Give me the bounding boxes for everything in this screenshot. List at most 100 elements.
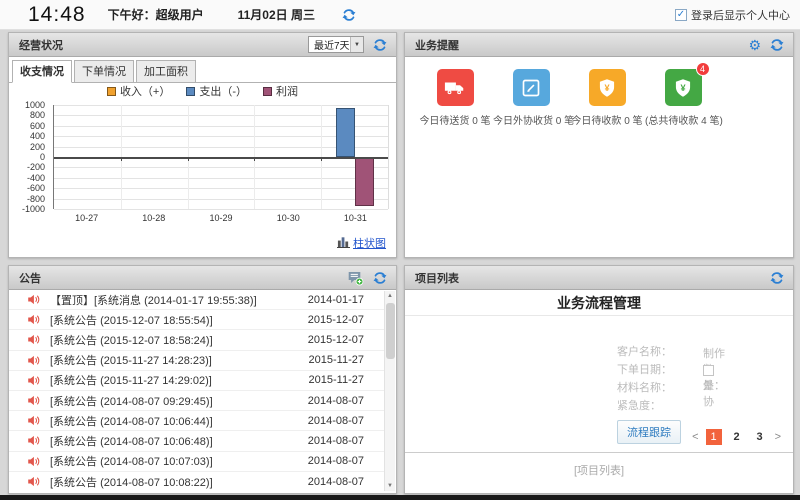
business-reminders-panel: 业务提醒 ⚙ 今日待送货 0 笔今日外协收货 0 笔¥今日待收款 0 笔 ¥4 (总… [404, 32, 794, 258]
chart-gridline [54, 167, 388, 168]
refresh-icon[interactable] [372, 270, 388, 286]
announcement-text: [系统公告 (2015-11-27 14:28:23)] [50, 352, 212, 368]
announcement-row[interactable]: [系统公告 (2014-08-07 09:29:45)]2014-08-07 [9, 391, 384, 411]
announcements-panel: 公告 【置顶】[系统消息 (2014-01-17 19:55:38)]2014-… [8, 265, 397, 494]
announcement-date: 2014-08-07 [308, 415, 378, 427]
announcement-row[interactable]: 【置顶】[系统消息 (2014-01-17 19:55:38)]2014-01-… [9, 290, 384, 310]
x-tick-label: 10-31 [322, 213, 389, 223]
announcement-row[interactable]: [系统公告 (2015-12-07 18:58:24)] 2015-12-07 [9, 330, 384, 350]
chart-zero-axis [54, 157, 388, 159]
speaker-icon [27, 333, 40, 346]
announcement-list: 【置顶】[系统消息 (2014-01-17 19:55:38)]2014-01-… [9, 290, 384, 492]
refresh-icon[interactable] [372, 37, 388, 53]
greeting-text: 下午好：超级用户 [108, 6, 204, 23]
user-name: 超级用户 [156, 8, 204, 22]
chart-type-link[interactable]: 柱状图 [337, 235, 386, 251]
y-tick-label: -600 [27, 183, 45, 193]
page-number-button[interactable]: 3 [752, 429, 768, 445]
announcement-date: 2014-08-07 [308, 476, 378, 488]
gear-icon[interactable]: ⚙ [748, 38, 761, 52]
y-tick-label: -1000 [22, 204, 45, 214]
next-page-button[interactable]: > [775, 431, 781, 443]
panel-header: 公告 [9, 266, 396, 290]
page-number-button[interactable]: 2 [729, 429, 745, 445]
announcement-text: [系统公告 (2015-12-07 18:58:24)] [50, 332, 213, 348]
announcement-text: [系统公告 (2014-08-07 10:08:22)] [50, 474, 213, 490]
date-range-select[interactable]: 最近7天 ▼ [308, 36, 364, 53]
business-status-panel: 经营状况 最近7天 ▼ 收支情况下单情况加工面积 收入（+） 支出（-） 利润 10… [8, 32, 397, 258]
speaker-icon [27, 434, 40, 447]
panel-title: 业务提醒 [415, 37, 459, 53]
urgency-label: 紧急度： [617, 397, 661, 413]
truck-icon [437, 69, 474, 106]
reminder-label: (总共待收款 4 笔) [645, 112, 721, 127]
scrollbar-thumb[interactable] [386, 303, 395, 359]
reminder-label: 今日待送货 0 笔 [417, 112, 493, 127]
topbar: 14:48 下午好：超级用户 11月02日 周三 ✓ 登录后显示个人中心 [0, 0, 800, 30]
panel-title: 公告 [19, 270, 41, 286]
checkbox-checked-icon[interactable]: ✓ [675, 9, 687, 21]
chart-legend: 收入（+） 支出（-） 利润 [9, 83, 396, 99]
announcement-date: 2014-08-07 [308, 435, 378, 447]
status-tab[interactable]: 下单情况 [74, 60, 134, 83]
personal-center-label: 登录后显示个人中心 [691, 7, 790, 23]
status-tab[interactable]: 加工面积 [136, 60, 196, 83]
announcement-date: 2015-12-07 [308, 334, 378, 346]
reminder-tile[interactable]: 今日待送货 0 笔 [417, 69, 493, 127]
legend-label: 利润 [276, 83, 298, 99]
announcement-row[interactable]: [系统公告 (2014-08-07 10:08:22)] 2014-08-07 [9, 472, 384, 492]
speaker-icon [27, 414, 40, 427]
scroll-down-icon[interactable]: ▼ [385, 481, 395, 491]
announcement-row[interactable]: [系统公告 (2015-11-27 14:28:23)]2015-11-27 [9, 351, 384, 371]
announcement-row[interactable]: [系统公告 (2014-08-07 10:06:48)]2014-08-07 [9, 431, 384, 451]
personal-center-toggle[interactable]: ✓ 登录后显示个人中心 [675, 7, 790, 23]
refresh-icon[interactable] [769, 270, 785, 286]
panel-header: 经营状况 最近7天 ▼ [9, 33, 396, 57]
add-message-icon[interactable] [347, 270, 364, 286]
announcement-text: [系统公告 (2014-08-07 10:06:44)] [50, 413, 213, 429]
refresh-icon[interactable] [341, 7, 357, 23]
legend-label: 收入（+） [120, 83, 170, 99]
y-tick-label: 800 [30, 110, 45, 120]
speaker-icon [27, 293, 40, 306]
pagination: <123 > [692, 429, 781, 445]
workflow-title: 业务流程管理 [405, 290, 793, 316]
edit-icon [513, 69, 550, 106]
bar-chart-icon [337, 235, 350, 251]
process-track-button[interactable]: 流程跟踪 [617, 420, 681, 444]
axis-tick [254, 157, 255, 161]
yuan-shield-icon: ¥4 [665, 69, 702, 106]
chevron-down-icon: ▼ [350, 37, 363, 52]
announcement-row[interactable]: [系统公告 (2015-12-07 18:55:54)]2015-12-07 [9, 310, 384, 330]
outsourcing-label: 外协 [703, 380, 714, 408]
reminder-tile[interactable]: ¥4 (总共待收款 4 笔) [645, 69, 721, 127]
axis-tick [121, 157, 122, 161]
announcement-text: 【置顶】[系统消息 (2014-01-17 19:55:38)] [50, 292, 257, 308]
page-number-button[interactable]: 1 [706, 429, 722, 445]
scroll-up-icon[interactable]: ▲ [385, 291, 395, 301]
announcement-text: [系统公告 (2015-12-07 18:55:54)] [50, 312, 213, 328]
project-list-footer: [项目列表] [405, 462, 793, 478]
refresh-icon[interactable] [769, 37, 785, 53]
project-list-panel: 项目列表 业务流程管理 客户名称： 下单日期： 制作数量： 材料名称： 外协 紧… [404, 265, 794, 494]
chart-type-label: 柱状图 [353, 235, 386, 251]
reminder-tile[interactable]: 今日外协收货 0 笔 [493, 69, 569, 127]
dashboard: 14:48 下午好：超级用户 11月02日 周三 ✓ 登录后显示个人中心 经营状… [0, 0, 800, 500]
reminder-tile[interactable]: ¥今日待收款 0 笔 [569, 69, 645, 127]
legend-label: 支出（-） [199, 83, 247, 99]
announcement-date: 2015-11-27 [309, 374, 378, 386]
customer-name-label: 客户名称： [617, 343, 672, 359]
announcement-row[interactable]: [系统公告 (2015-11-27 14:29:02)]2015-11-27 [9, 371, 384, 391]
announcement-row[interactable]: [系统公告 (2014-08-07 10:07:03)]2014-08-07 [9, 452, 384, 472]
scrollbar[interactable]: ▲ ▼ [384, 291, 395, 491]
speaker-icon [27, 374, 40, 387]
prev-page-button[interactable]: < [692, 431, 698, 443]
order-date-label: 下单日期： [617, 361, 672, 377]
outsourcing-checkbox[interactable] [703, 365, 714, 376]
x-tick-label: 10-30 [255, 213, 322, 223]
chart-bar [355, 157, 374, 206]
chart-plot [53, 105, 389, 209]
status-tab[interactable]: 收支情况 [12, 60, 72, 83]
chart-gridline [54, 188, 388, 189]
announcement-row[interactable]: [系统公告 (2014-08-07 10:06:44)] 2014-08-07 [9, 411, 384, 431]
